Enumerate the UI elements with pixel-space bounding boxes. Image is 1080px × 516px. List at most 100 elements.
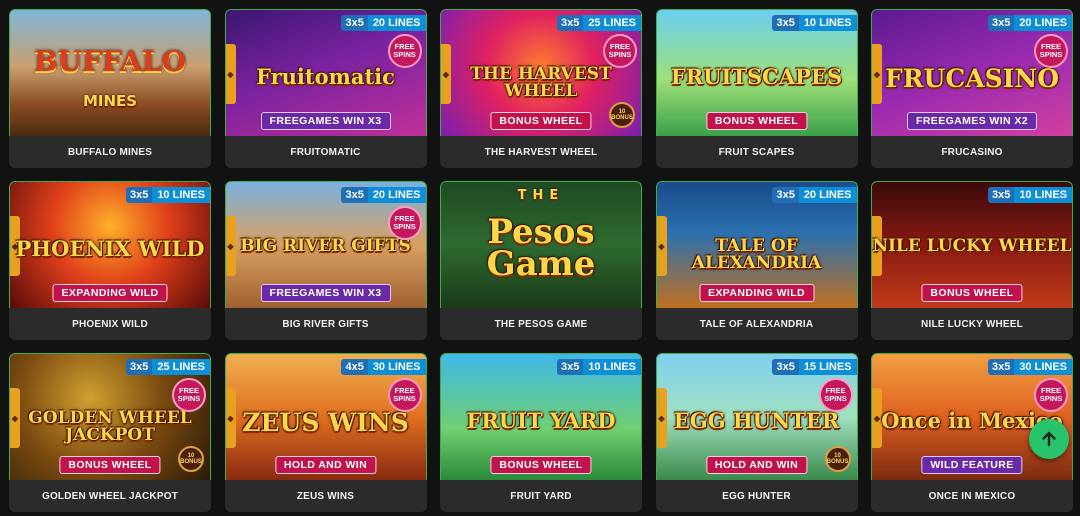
game-card[interactable]: ◆ BIG RIVER GIFTS 3x5 20 LINES FREE SPINS FRE… xyxy=(224,181,427,340)
game-card[interactable]: ◆ GOLDEN WHEEL JACKPOT 3x5 25 LINES FREE SPI… xyxy=(9,353,211,512)
game-name[interactable]: FRUIT SCAPES xyxy=(656,136,858,168)
reels-label: 3x5 xyxy=(341,15,368,31)
game-card[interactable]: FRUITSCAPES 3x5 10 LINES BONUS WHEEL FRUIT S… xyxy=(655,9,858,168)
game-thumbnail[interactable]: ◆ BIG RIVER GIFTS 3x5 20 LINES FREE SPINS FRE… xyxy=(224,181,427,308)
game-card[interactable]: ◆ EGG HUNTER 3x5 15 LINES FREE SPINS 10 BONUS… xyxy=(655,353,858,512)
game-thumbnail[interactable]: ◆ Fruitomatic 3x5 20 LINES FREE SPINS FREEGAM… xyxy=(224,9,427,136)
game-art-title: EGG HUNTER xyxy=(673,408,840,433)
feature-label: BONUS WHEEL xyxy=(59,456,161,474)
feature-label: HOLD AND WIN xyxy=(705,456,808,474)
game-art-title: FRUITSCAPES xyxy=(670,64,843,89)
reels-label: 3x5 xyxy=(987,359,1015,375)
game-thumbnail[interactable]: ◆ EGG HUNTER 3x5 15 LINES FREE SPINS 10 BONUS… xyxy=(655,353,858,480)
reels-label: 3x5 xyxy=(125,187,153,203)
lines-label: 10 LINES xyxy=(152,187,210,203)
game-card[interactable]: ◆ TALE OF ALEXANDRIA 3x5 20 LINES EXPANDING … xyxy=(655,181,858,340)
feature-label: EXPANDING WILD xyxy=(52,284,168,302)
feature-label: BONUS WHEEL xyxy=(490,456,592,474)
free-spins-badge: FREE SPINS xyxy=(172,378,206,412)
lines-label: 20 LINES xyxy=(367,15,426,31)
game-name[interactable]: FRUIT YARD xyxy=(440,480,642,512)
arrow-up-icon xyxy=(1042,431,1056,447)
paylines-badge: 3x5 20 LINES xyxy=(987,15,1072,31)
reels-label: 3x5 xyxy=(987,15,1015,31)
game-name[interactable]: NILE LUCKY WHEEL xyxy=(871,308,1073,340)
game-thumbnail[interactable]: BUFFALO MINES xyxy=(9,9,211,136)
game-card[interactable]: ◆ ZEUS WINS 4x5 30 LINES FREE SPINS HOLD AND … xyxy=(224,353,427,512)
reels-label: 3x5 xyxy=(772,359,799,375)
game-card[interactable]: FRUIT YARD 3x5 10 LINES BONUS WHEEL FRUIT YA… xyxy=(440,353,642,512)
game-thumbnail[interactable]: ◆ TALE OF ALEXANDRIA 3x5 20 LINES EXPANDING … xyxy=(655,181,858,308)
game-card[interactable]: ◆ Fruitomatic 3x5 20 LINES FREE SPINS FREEGAM… xyxy=(224,9,427,168)
free-spins-badge: FREE SPINS xyxy=(387,206,422,240)
game-art-title: BUFFALO xyxy=(33,45,186,78)
game-thumbnail[interactable]: ◆ FRUCASINO 3x5 20 LINES FREE SPINS FREEGAMES… xyxy=(871,9,1073,136)
paylines-badge: 3x5 25 LINES xyxy=(556,15,641,31)
game-thumbnail[interactable]: ◆ ZEUS WINS 4x5 30 LINES FREE SPINS HOLD AND … xyxy=(224,353,427,480)
lines-label: 10 LINES xyxy=(583,359,641,375)
game-art-title: PHOENIX WILD xyxy=(15,236,205,261)
game-card[interactable]: BUFFALO MINES BUFFALO MINES xyxy=(9,9,211,168)
game-name[interactable]: FRUITOMATIC xyxy=(225,136,427,168)
game-art-title: GOLDEN WHEEL JACKPOT xyxy=(28,408,192,445)
game-thumbnail[interactable]: FRUIT YARD 3x5 10 LINES BONUS WHEEL xyxy=(440,353,642,480)
free-spins-badge: FREE SPINS xyxy=(1034,34,1068,68)
free-spins-badge: FREE SPINS xyxy=(387,378,422,412)
free-spins-badge: FREE SPINS xyxy=(818,378,853,412)
paylines-badge: 4x5 30 LINES xyxy=(341,359,426,375)
game-art-subtitle: THE xyxy=(517,188,565,203)
game-name[interactable]: THE HARVEST WHEEL xyxy=(440,136,642,168)
game-art-subtitle: MINES xyxy=(82,92,138,110)
game-thumbnail[interactable]: ◆ NILE LUCKY WHEEL 3x5 10 LINES BONUS WHEEL xyxy=(871,181,1073,308)
lines-label: 30 LINES xyxy=(1014,359,1072,375)
game-card[interactable]: ◆ PHOENIX WILD 3x5 10 LINES EXPANDING WILD PH… xyxy=(9,181,211,340)
scroll-to-top-button[interactable] xyxy=(1029,419,1069,459)
reels-label: 3x5 xyxy=(772,187,799,203)
paylines-badge: 3x5 20 LINES xyxy=(341,15,426,31)
reels-label: 3x5 xyxy=(556,15,584,31)
feature-label: HOLD AND WIN xyxy=(274,456,377,474)
game-art-title: ZEUS WINS xyxy=(242,408,409,437)
paylines-badge: 3x5 25 LINES xyxy=(125,359,210,375)
game-thumbnail[interactable]: ◆ THE HARVEST WHEEL 3x5 25 LINES FREE SPINS 1… xyxy=(440,9,642,136)
paylines-badge: 3x5 15 LINES xyxy=(772,359,857,375)
reels-label: 3x5 xyxy=(556,359,584,375)
game-name[interactable]: TALE OF ALEXANDRIA xyxy=(656,308,858,340)
game-art-title: Pesos Game xyxy=(486,212,596,285)
feature-label: EXPANDING WILD xyxy=(699,284,814,302)
game-name[interactable]: PHOENIX WILD xyxy=(9,308,211,340)
lines-label: 20 LINES xyxy=(367,187,426,203)
paylines-badge: 3x5 20 LINES xyxy=(341,187,426,203)
reels-label: 3x5 xyxy=(125,359,153,375)
game-thumbnail[interactable]: ◆ GOLDEN WHEEL JACKPOT 3x5 25 LINES FREE SPI… xyxy=(9,353,211,480)
game-name[interactable]: ONCE IN MEXICO xyxy=(871,480,1073,512)
reels-label: 3x5 xyxy=(341,187,368,203)
game-name[interactable]: BUFFALO MINES xyxy=(9,136,211,168)
game-thumbnail[interactable]: THE Pesos Game xyxy=(440,181,642,308)
game-name[interactable]: GOLDEN WHEEL JACKPOT xyxy=(9,480,211,512)
game-thumbnail[interactable]: ◆ PHOENIX WILD 3x5 10 LINES EXPANDING WILD xyxy=(9,181,211,308)
game-name[interactable]: ZEUS WINS xyxy=(225,480,427,512)
free-spins-badge: FREE SPINS xyxy=(387,34,422,68)
lines-label: 20 LINES xyxy=(798,187,857,203)
game-card[interactable]: ◆ FRUCASINO 3x5 20 LINES FREE SPINS FREEGAMES… xyxy=(871,9,1073,168)
game-thumbnail[interactable]: ◆ Once in Mexico 3x5 30 LINES FREE SPINS WILD… xyxy=(871,353,1073,480)
lines-label: 15 LINES xyxy=(798,359,857,375)
bonus-count-badge: 10 BONUS xyxy=(178,446,204,472)
game-card[interactable]: ◆ NILE LUCKY WHEEL 3x5 10 LINES BONUS WHEEL N… xyxy=(871,181,1073,340)
game-art-title: TALE OF ALEXANDRIA xyxy=(691,236,822,273)
feature-label: BONUS WHEEL xyxy=(490,112,592,130)
game-thumbnail[interactable]: FRUITSCAPES 3x5 10 LINES BONUS WHEEL xyxy=(655,9,858,136)
game-name[interactable]: EGG HUNTER xyxy=(656,480,858,512)
game-art-title: BIG RIVER GIFTS xyxy=(240,236,411,256)
game-name[interactable]: THE PESOS GAME xyxy=(440,308,642,340)
paylines-badge: 3x5 10 LINES xyxy=(987,187,1072,203)
game-card[interactable]: THE Pesos Game THE PESOS GAME xyxy=(440,181,642,340)
paylines-badge: 3x5 20 LINES xyxy=(772,187,857,203)
game-card[interactable]: ◆ THE HARVEST WHEEL 3x5 25 LINES FREE SPINS 1… xyxy=(440,9,642,168)
lines-label: 10 LINES xyxy=(798,15,857,31)
game-name[interactable]: BIG RIVER GIFTS xyxy=(225,308,427,340)
free-spins-badge: FREE SPINS xyxy=(1034,378,1068,412)
game-name[interactable]: FRUCASINO xyxy=(871,136,1073,168)
game-art-title: THE HARVEST WHEEL xyxy=(470,64,612,101)
